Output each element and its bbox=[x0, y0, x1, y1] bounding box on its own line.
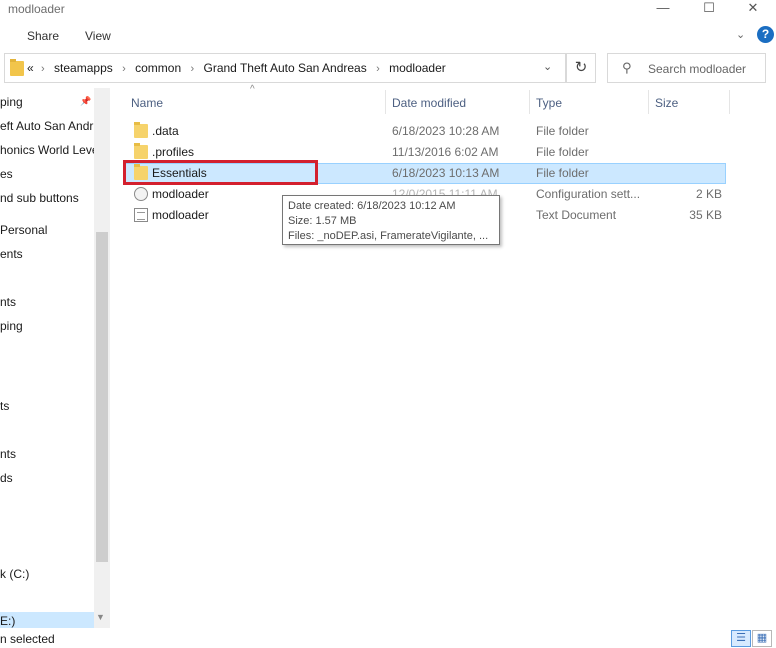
search-input[interactable]: ⚲ Search modloader bbox=[607, 53, 766, 83]
file-type: File folder bbox=[536, 124, 589, 138]
nav-item[interactable]: ents bbox=[0, 247, 23, 261]
pin-icon[interactable]: 📌 bbox=[80, 96, 91, 107]
column-header-type[interactable]: Type bbox=[536, 96, 562, 110]
folder-icon bbox=[134, 122, 148, 138]
scroll-down-icon[interactable]: ▼ bbox=[96, 612, 105, 622]
nav-item[interactable]: ping bbox=[0, 95, 23, 109]
tab-view[interactable]: View bbox=[85, 29, 111, 43]
nav-item[interactable]: ts bbox=[0, 399, 9, 413]
file-date: 6/18/2023 10:28 AM bbox=[392, 124, 500, 138]
config-file-icon bbox=[134, 187, 148, 201]
breadcrumb-modloader[interactable]: modloader bbox=[389, 61, 446, 75]
maximize-button[interactable]: ☐ bbox=[686, 0, 732, 20]
tooltip-date-created: Date created: 6/18/2023 10:12 AM bbox=[288, 200, 456, 212]
ribbon-tabs: Share View ⌄ bbox=[0, 24, 776, 48]
details-view-icon[interactable]: ☰ bbox=[731, 630, 751, 647]
refresh-button[interactable]: ↻ bbox=[566, 53, 596, 83]
column-divider[interactable] bbox=[385, 90, 386, 114]
file-date: 6/18/2023 10:13 AM bbox=[392, 166, 500, 180]
folder-icon bbox=[134, 143, 148, 159]
chevron-down-icon[interactable]: ⌄ bbox=[543, 60, 552, 73]
file-type: Text Document bbox=[536, 208, 617, 222]
close-button[interactable]: ✕ bbox=[730, 0, 776, 20]
text-file-icon bbox=[134, 208, 148, 222]
breadcrumb-steamapps[interactable]: steamapps bbox=[54, 61, 113, 75]
nav-item[interactable]: ping bbox=[0, 319, 23, 333]
file-type: File folder bbox=[536, 145, 589, 159]
nav-item[interactable]: nd sub buttons bbox=[0, 191, 79, 205]
help-icon[interactable]: ? bbox=[757, 26, 774, 43]
nav-item[interactable]: k (C:) bbox=[0, 567, 29, 581]
nav-item[interactable]: Personal bbox=[0, 223, 47, 237]
nav-item[interactable]: nts bbox=[0, 295, 16, 309]
title-bar: modloader — ☐ ✕ bbox=[0, 0, 776, 20]
column-divider[interactable] bbox=[529, 90, 530, 114]
folder-tooltip: Date created: 6/18/2023 10:12 AM Size: 1… bbox=[282, 195, 500, 245]
file-name: .data bbox=[152, 124, 179, 138]
chevron-right-icon: › bbox=[41, 63, 45, 75]
tooltip-files: Files: _noDEP.asi, FramerateVigilante, .… bbox=[288, 230, 489, 242]
breadcrumb-common[interactable]: common bbox=[135, 61, 181, 75]
expand-ribbon-icon[interactable]: ⌄ bbox=[736, 28, 745, 41]
column-divider[interactable] bbox=[648, 90, 649, 114]
file-row[interactable]: .data 6/18/2023 10:28 AM File folder bbox=[124, 121, 726, 142]
nav-item[interactable]: eft Auto San Andr bbox=[0, 119, 93, 133]
chevron-right-icon: › bbox=[190, 63, 195, 75]
file-date: 11/13/2016 6:02 AM bbox=[392, 145, 499, 159]
search-placeholder: Search modloader bbox=[648, 62, 747, 76]
nav-item[interactable]: ds bbox=[0, 471, 13, 485]
file-size: 35 KB bbox=[689, 208, 722, 222]
minimize-button[interactable]: — bbox=[640, 0, 686, 20]
nav-item-selected[interactable]: E:) bbox=[0, 612, 94, 628]
nav-scrollbar-thumb[interactable] bbox=[96, 232, 108, 562]
file-type: File folder bbox=[536, 166, 589, 180]
file-name: .profiles bbox=[152, 145, 195, 159]
status-text: n selected bbox=[0, 632, 55, 646]
tooltip-size: Size: 1.57 MB bbox=[288, 215, 357, 227]
column-divider[interactable] bbox=[729, 90, 730, 114]
folder-icon bbox=[10, 59, 24, 76]
nav-item[interactable]: honics World Leve bbox=[0, 143, 99, 157]
breadcrumb-gta-san-andreas[interactable]: Grand Theft Auto San Andreas bbox=[203, 61, 366, 75]
window-title: modloader bbox=[8, 2, 65, 16]
highlight-box bbox=[123, 160, 318, 185]
search-icon: ⚲ bbox=[622, 60, 632, 75]
large-icons-view-icon[interactable]: ▦ bbox=[752, 630, 772, 647]
sort-ascending-icon: ^ bbox=[250, 84, 255, 95]
file-name: modloader bbox=[152, 208, 209, 222]
breadcrumb-overflow[interactable]: « bbox=[27, 61, 34, 75]
file-size: 2 KB bbox=[695, 187, 722, 201]
nav-item[interactable]: es bbox=[0, 167, 13, 181]
nav-item[interactable]: nts bbox=[0, 447, 16, 461]
breadcrumb: « › steamapps › common › Grand Theft Aut… bbox=[27, 61, 446, 75]
column-header-date[interactable]: Date modified bbox=[392, 96, 466, 110]
address-bar[interactable]: « › steamapps › common › Grand Theft Aut… bbox=[4, 53, 566, 83]
file-name: modloader bbox=[152, 187, 209, 201]
chevron-right-icon: › bbox=[376, 63, 380, 75]
chevron-right-icon: › bbox=[122, 63, 126, 75]
column-header-name[interactable]: Name bbox=[131, 96, 163, 110]
file-type: Configuration sett... bbox=[536, 187, 641, 201]
column-header-size[interactable]: Size bbox=[655, 96, 678, 110]
tab-share[interactable]: Share bbox=[27, 29, 59, 43]
